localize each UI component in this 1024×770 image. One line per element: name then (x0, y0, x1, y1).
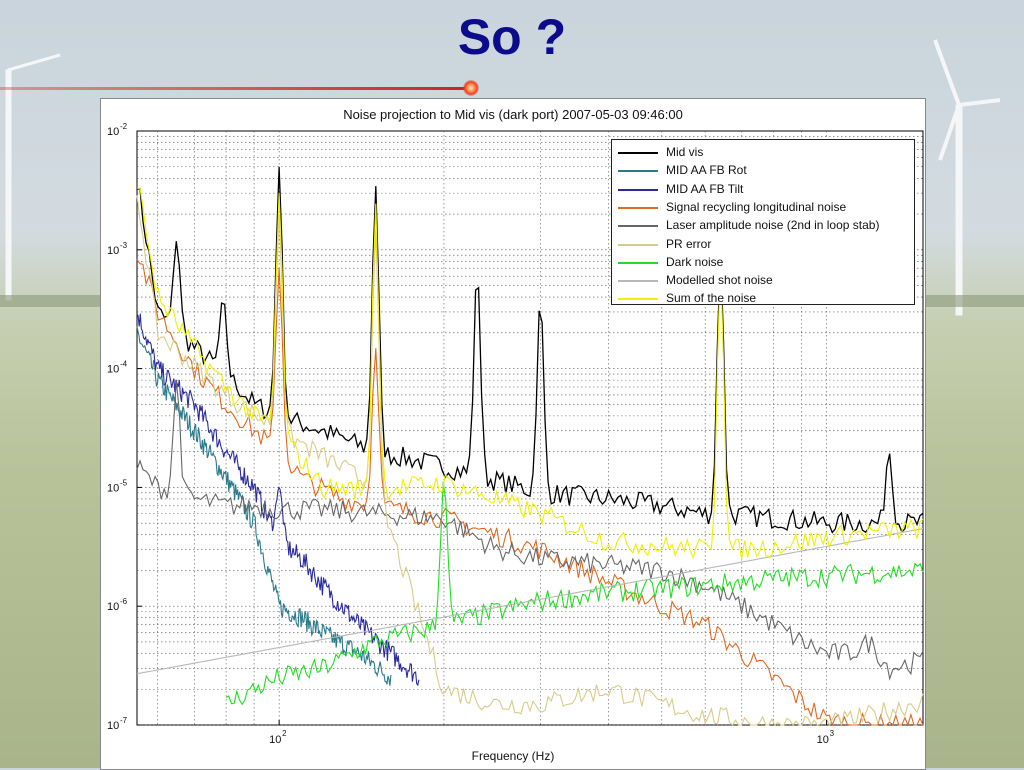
y-tick-exponent: -6 (120, 597, 128, 606)
y-tick-label: 10 (107, 601, 119, 613)
y-tick-label: 10 (107, 126, 119, 138)
x-tick-exponent: 2 (282, 729, 287, 738)
legend-label: PR error (666, 236, 712, 251)
legend-label: MID AA FB Rot (666, 163, 747, 178)
y-tick-label: 10 (107, 364, 119, 376)
legend-entry: Dark noise (618, 254, 914, 272)
legend-label: Dark noise (666, 254, 724, 269)
legend-swatch (618, 243, 658, 246)
legend-entry: MID AA FB Tilt (618, 181, 914, 199)
y-tick-label: 10 (107, 482, 119, 494)
y-tick-exponent: -5 (120, 478, 128, 487)
legend-label: Laser amplitude noise (2nd in loop stab) (666, 218, 880, 233)
legend-label: Mid vis (666, 145, 704, 159)
x-tick-label: 10 (817, 734, 829, 746)
title-underline-sun-icon (463, 80, 479, 96)
legend-label: MID AA FB Tilt (666, 181, 744, 196)
x-axis-label: Frequency (Hz) (471, 749, 555, 763)
y-tick-exponent: -7 (120, 716, 128, 725)
y-tick-exponent: -3 (120, 241, 128, 250)
wind-turbine-right (933, 39, 1001, 316)
legend: Mid vis MID AA FB Rot MID AA FB Tilt Signal… (611, 139, 915, 305)
legend-swatch (618, 152, 658, 154)
legend-swatch (618, 225, 658, 228)
legend-swatch (618, 206, 658, 209)
wind-turbine-left (5, 53, 61, 301)
y-tick-exponent: -4 (120, 360, 128, 369)
legend-swatch (618, 170, 658, 173)
y-tick-label: 10 (107, 245, 119, 257)
chart-title: Noise projection to Mid vis (dark port) … (343, 107, 683, 122)
x-tick-exponent: 3 (830, 729, 835, 738)
x-tick-label: 10 (269, 734, 281, 746)
title-underline (0, 87, 470, 90)
legend-swatch (618, 188, 658, 191)
legend-swatch (618, 261, 658, 264)
y-tick-exponent: -2 (120, 122, 128, 131)
legend-swatch (618, 298, 658, 301)
plot-panel: 10 -7 10 -6 10 -5 10 -4 10 -3 10 -2 10 2 10 3 Noise pro… (100, 98, 926, 770)
legend-label: Signal recycling longitudinal noise (666, 199, 847, 214)
slide-title: So ? (457, 9, 567, 65)
legend-entry: Laser amplitude noise (2nd in loop stab) (618, 217, 914, 235)
legend-entry: Signal recycling longitudinal noise (618, 199, 914, 217)
y-tick-label: 10 (107, 720, 119, 732)
legend-entry: Sum of the noise (618, 290, 914, 308)
legend-entry: Mid vis (618, 144, 914, 162)
legend-label: Modelled shot noise (666, 273, 773, 288)
legend-entry: MID AA FB Rot (618, 162, 914, 180)
legend-label: Sum of the noise (666, 291, 757, 306)
legend-swatch (618, 280, 658, 283)
legend-entry: PR error (618, 236, 914, 254)
legend-entry: Modelled shot noise (618, 272, 914, 290)
